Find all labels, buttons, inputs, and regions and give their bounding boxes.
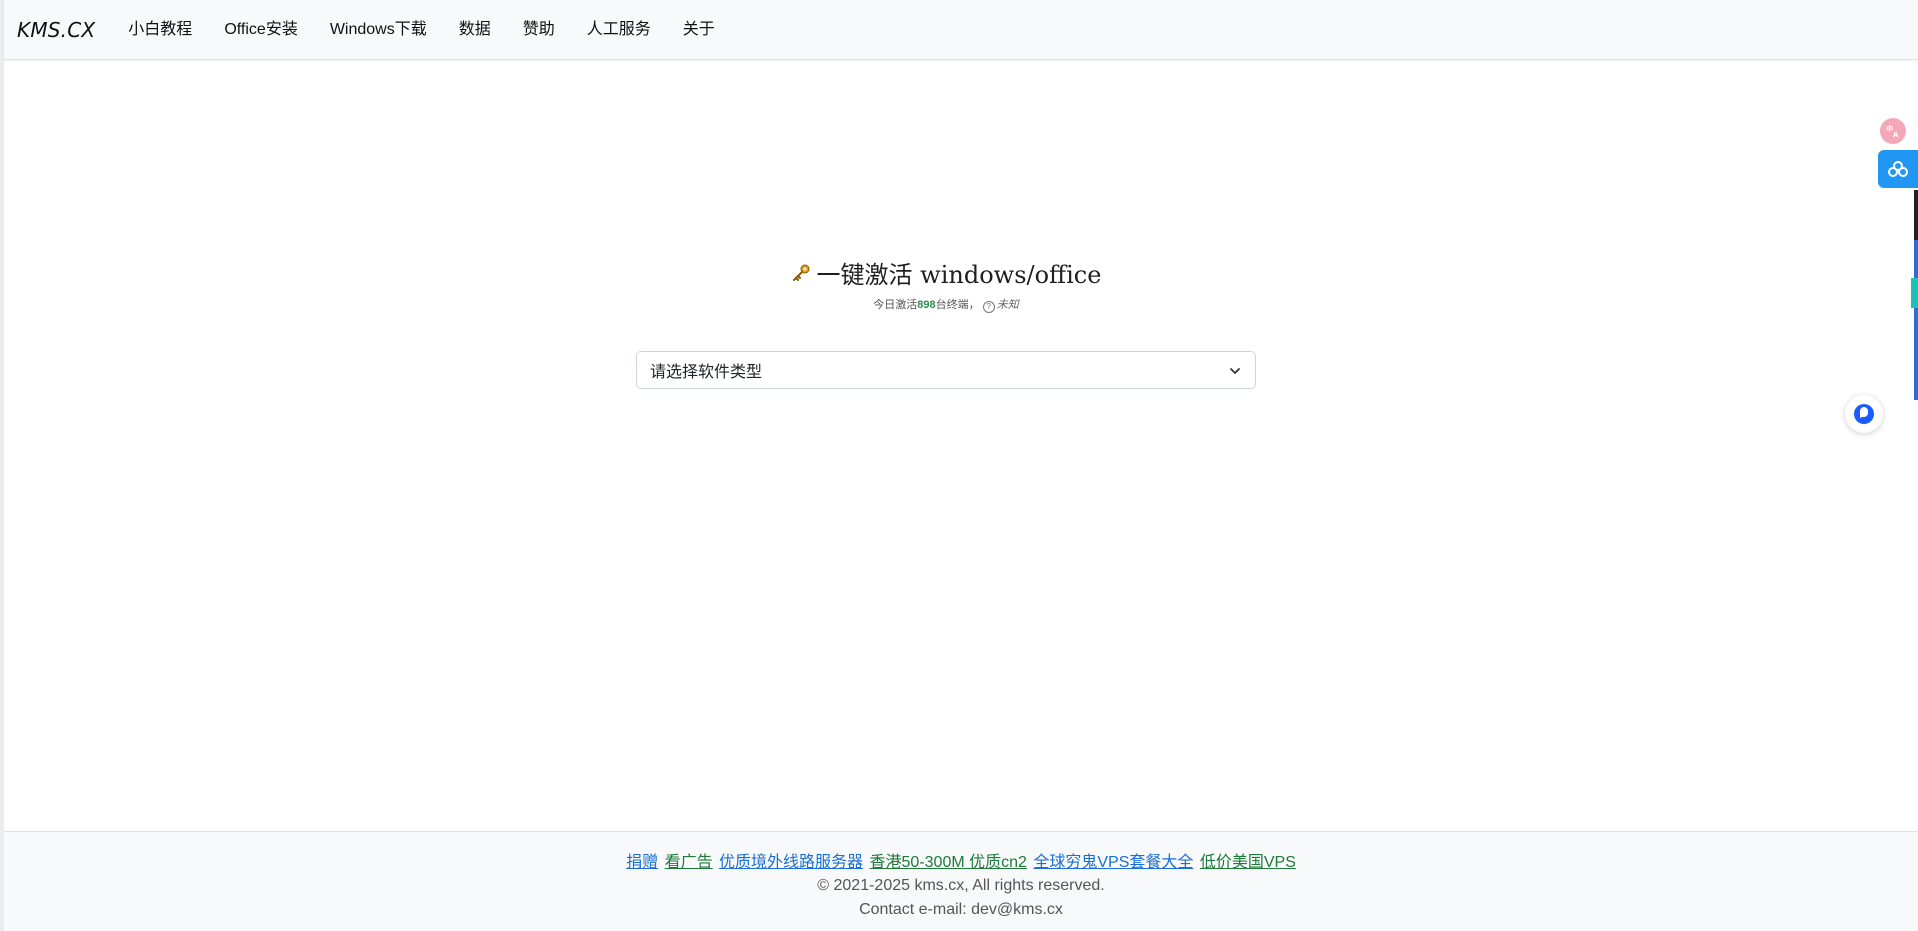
side-panel-edge-blue: [1914, 240, 1918, 400]
translate-icon[interactable]: 中 A: [1880, 118, 1906, 144]
software-type-select[interactable]: 请选择软件类型: [636, 351, 1256, 389]
stats-suffix: 台终端，: [935, 299, 980, 311]
navbar: KMS.CX 小白教程 Office安装 Windows下载 数据 赞助 人工服…: [4, 0, 1918, 60]
nav-item-tutorial[interactable]: 小白教程: [112, 0, 208, 60]
cloud-glyph: [1888, 161, 1908, 177]
footer-link-overseas-server[interactable]: 优质境外线路服务器: [719, 854, 863, 871]
nav-item-sponsor[interactable]: 赞助: [507, 0, 571, 60]
brand-logo[interactable]: KMS.CX: [17, 18, 95, 42]
nav-item-office-install[interactable]: Office安装: [208, 0, 314, 60]
nav-item-about[interactable]: 关于: [667, 0, 731, 60]
footer: 捐赠 看广告 优质境外线路服务器 香港50-300M 优质cn2 全球穷鬼VPS…: [4, 831, 1918, 931]
side-panel-handle[interactable]: [1911, 278, 1918, 308]
footer-links: 捐赠 看广告 优质境外线路服务器 香港50-300M 优质cn2 全球穷鬼VPS…: [4, 848, 1918, 872]
chat-icon[interactable]: [1845, 395, 1883, 433]
contact-email: Contact e-mail: dev@kms.cx: [859, 901, 1063, 918]
hero: 一键激活 windows/office 今日激活898台终端， ? 未知: [0, 255, 1892, 313]
page-title: 一键激活 windows/office: [816, 261, 1102, 289]
footer-link-donate[interactable]: 捐赠: [626, 854, 658, 871]
page-title-row: 一键激活 windows/office: [791, 255, 1102, 290]
nav-item-human-service[interactable]: 人工服务: [571, 0, 667, 60]
translate-glyph: 中 A: [1886, 124, 1899, 139]
chevron-down-icon: [1230, 368, 1240, 374]
key-icon: [792, 264, 810, 281]
copyright: © 2021-2025 kms.cx, All rights reserved.: [817, 877, 1105, 894]
svg-text:A: A: [1893, 131, 1899, 139]
footer-link-hongkong-cn2[interactable]: 香港50-300M 优质cn2: [870, 854, 1027, 871]
status-unknown: 未知: [996, 299, 1019, 311]
footer-link-vps-list[interactable]: 全球穷鬼VPS套餐大全: [1033, 854, 1193, 871]
chat-glyph: [1854, 404, 1874, 424]
question-icon[interactable]: ?: [982, 301, 995, 313]
activation-count: 898: [917, 299, 936, 311]
nav-item-windows-download[interactable]: Windows下载: [314, 0, 443, 60]
select-value: 请选择软件类型: [650, 364, 763, 381]
svg-text:中: 中: [1886, 124, 1893, 133]
activation-stats: 今日激活898台终端， ? 未知: [0, 296, 1892, 313]
nav-item-data[interactable]: 数据: [443, 0, 507, 60]
footer-link-ads[interactable]: 看广告: [665, 854, 713, 871]
footer-link-us-vps[interactable]: 低价美国VPS: [1200, 854, 1296, 871]
stats-prefix: 今日激活: [873, 299, 918, 311]
window-left-edge: [0, 0, 4, 931]
baidu-cloud-icon[interactable]: [1878, 150, 1918, 188]
nav-menu: 小白教程 Office安装 Windows下载 数据 赞助 人工服务 关于: [112, 0, 731, 60]
